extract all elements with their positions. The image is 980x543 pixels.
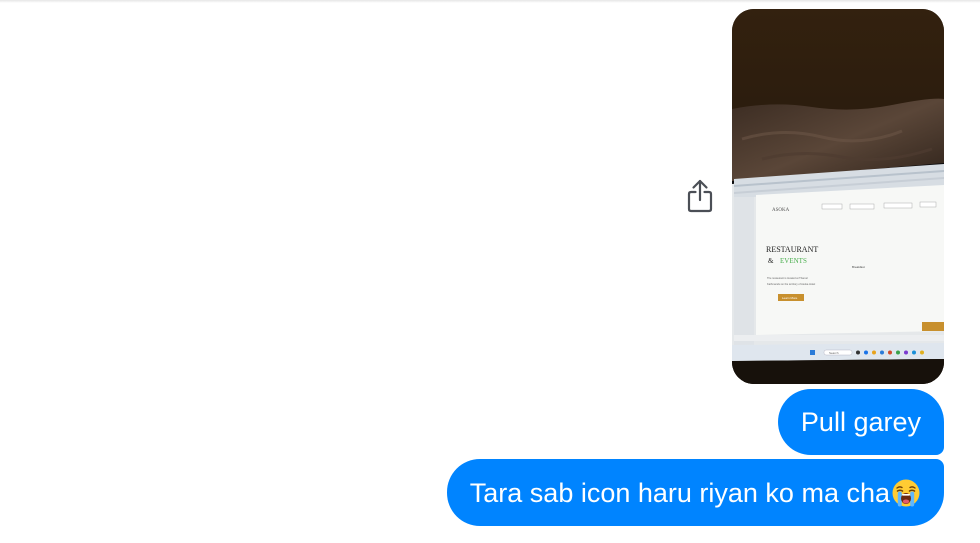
share-icon — [687, 179, 713, 213]
photo-taskbar-search: Search — [829, 351, 839, 355]
share-button[interactable] — [684, 178, 716, 214]
photo-heading-amp: & — [768, 257, 774, 265]
photo-logo: ASOKA — [772, 208, 790, 213]
header-divider — [0, 0, 980, 3]
photo-heading-events: EVENTS — [780, 257, 807, 265]
photo-body-line1: The restaurant is located at Thamel — [767, 276, 808, 280]
chat-thread: ASOKA RESTAURANT & EVENTS Breakfast The … — [0, 0, 980, 543]
image-attachment[interactable]: ASOKA RESTAURANT & EVENTS Breakfast The … — [732, 9, 944, 384]
message-text: Tara sab icon haru riyan ko ma cha — [469, 477, 890, 508]
message-bubble[interactable]: Pull garey — [777, 389, 944, 455]
photo-heading-restaurant: RESTAURANT — [766, 245, 818, 254]
photo-side-label: Breakfast — [852, 265, 865, 269]
loudly-crying-face-icon — [891, 478, 921, 508]
photo-cta: Learn More — [782, 296, 798, 300]
laptop-photo: ASOKA RESTAURANT & EVENTS Breakfast The … — [732, 9, 944, 384]
photo-body-line2: Kathmandu on the territory of Asoka Hote… — [767, 282, 816, 286]
message-bubble[interactable]: Tara sab icon haru riyan ko ma cha — [446, 459, 944, 526]
message-text: Pull garey — [800, 407, 921, 437]
